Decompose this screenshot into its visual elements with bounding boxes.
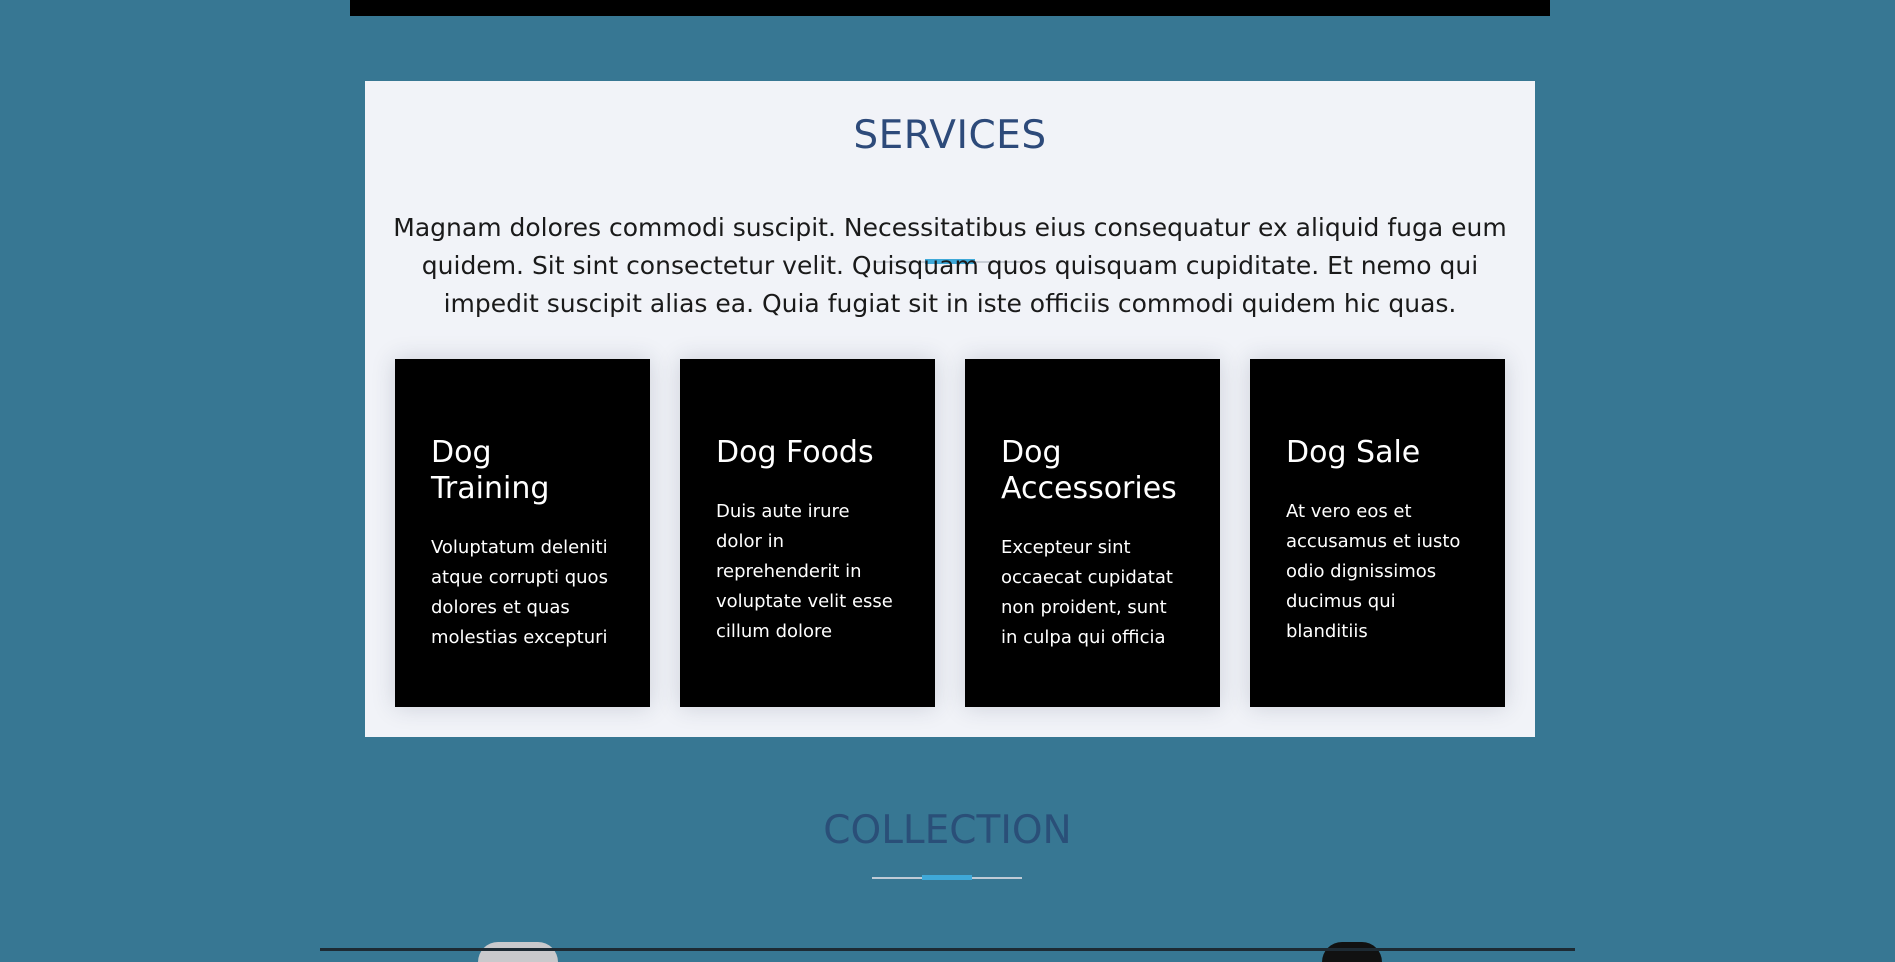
collection-title-divider [872, 875, 1022, 880]
collection-item-image[interactable] [1322, 942, 1382, 962]
services-title: SERVICES [853, 113, 1047, 158]
service-card-text: At vero eos et accusamus et iusto odio d… [1286, 501, 1461, 642]
collection-item-image[interactable] [478, 942, 558, 962]
service-card-title: Dog Sale [1286, 435, 1421, 470]
service-card-text: Voluptatum deleniti atque corrupti quos … [431, 537, 608, 648]
service-card-dog-training[interactable]: Dog Training Voluptatum deleniti atque c… [395, 359, 650, 707]
service-card-text: Duis aute irure dolor in reprehenderit i… [716, 501, 893, 642]
service-card-title: Dog Accessories [1001, 435, 1177, 506]
service-card-title: Dog Foods [716, 435, 874, 470]
top-banner-edge [350, 0, 1550, 16]
collection-title: COLLECTION [823, 808, 1072, 853]
services-section: SERVICES Magnam dolores commodi suscipit… [365, 81, 1535, 737]
service-card-dog-accessories[interactable]: Dog Accessories Excepteur sint occaecat … [965, 359, 1220, 707]
services-intro: Magnam dolores commodi suscipit. Necessi… [393, 213, 1507, 318]
service-card-dog-foods[interactable]: Dog Foods Duis aute irure dolor in repre… [680, 359, 935, 707]
divider-accent [922, 875, 972, 880]
service-card-text: Excepteur sint occaecat cupidatat non pr… [1001, 537, 1173, 648]
service-card-title: Dog Training [431, 435, 550, 506]
service-card-dog-sale[interactable]: Dog Sale At vero eos et accusamus et ius… [1250, 359, 1505, 707]
service-cards: Dog Training Voluptatum deleniti atque c… [395, 359, 1505, 707]
